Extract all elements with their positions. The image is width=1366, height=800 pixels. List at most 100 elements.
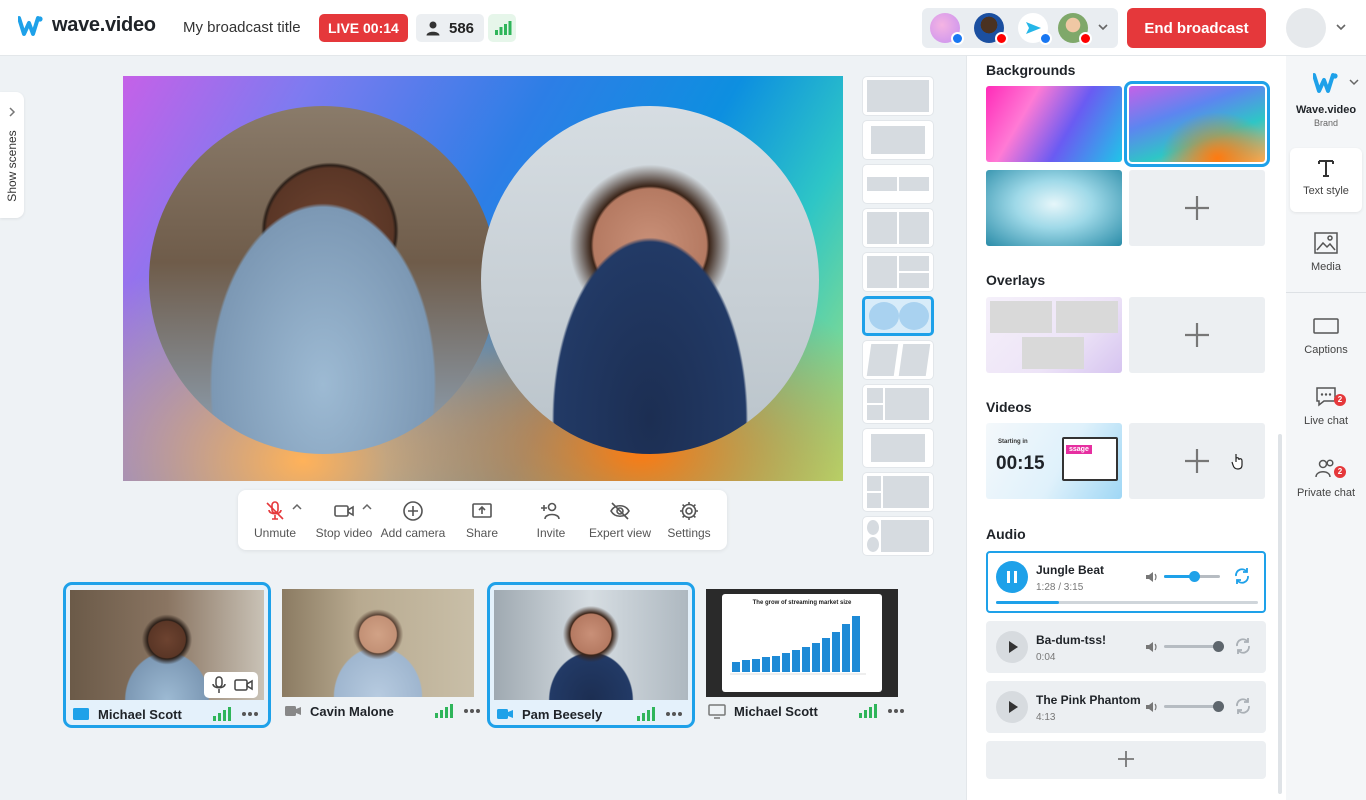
add-audio-button[interactable] bbox=[986, 741, 1266, 779]
track-progress-bar[interactable] bbox=[996, 601, 1258, 604]
signal-bars-icon bbox=[435, 704, 453, 718]
facebook-icon bbox=[951, 32, 964, 45]
camera-source-icon bbox=[285, 706, 301, 716]
volume-slider[interactable] bbox=[1164, 641, 1224, 652]
private-chat-tool[interactable]: 2 Private chat bbox=[1290, 458, 1362, 499]
layout-solo[interactable] bbox=[862, 76, 934, 116]
stream-destinations[interactable] bbox=[922, 8, 1118, 48]
show-scenes-label[interactable]: Show scenes bbox=[5, 130, 19, 201]
live-chat-tool[interactable]: 2 Live chat bbox=[1290, 386, 1362, 427]
volume-slider[interactable] bbox=[1164, 571, 1220, 582]
more-options-icon[interactable] bbox=[240, 706, 260, 722]
loop-icon[interactable] bbox=[1232, 566, 1252, 586]
broadcast-title[interactable]: My broadcast title bbox=[183, 19, 301, 36]
pause-button[interactable] bbox=[996, 561, 1028, 593]
add-overlay-button[interactable] bbox=[1129, 297, 1265, 373]
layout-screen-focus[interactable] bbox=[862, 516, 934, 556]
audio-track-row[interactable]: The Pink Phantom 4:13 bbox=[986, 681, 1266, 733]
expert-view-button[interactable]: Expert view bbox=[585, 500, 655, 540]
overlay-thumb[interactable] bbox=[986, 297, 1122, 373]
guest-video-circle[interactable] bbox=[481, 106, 819, 454]
expert-view-label: Expert view bbox=[588, 526, 652, 540]
mic-icon[interactable] bbox=[210, 676, 228, 694]
screen-share-video: The grow of streaming market size bbox=[706, 589, 898, 697]
overlays-title: Overlays bbox=[986, 272, 1046, 288]
volume-slider[interactable] bbox=[1164, 701, 1224, 712]
participant-name-row: Pam Beesely bbox=[496, 704, 684, 724]
layout-circles[interactable] bbox=[862, 296, 934, 336]
wave-logo-icon bbox=[18, 15, 43, 36]
settings-label: Settings bbox=[667, 526, 711, 540]
end-broadcast-button[interactable]: End broadcast bbox=[1127, 8, 1266, 48]
share-button[interactable]: Share bbox=[447, 500, 517, 540]
video-thumb[interactable]: Starting in 00:15 ssage bbox=[986, 423, 1122, 499]
brand-tool[interactable]: Wave.video Brand bbox=[1290, 72, 1362, 138]
brand-assets-panel: Backgrounds Overlays Videos Starting in … bbox=[966, 56, 1286, 800]
user-avatar[interactable] bbox=[1286, 8, 1326, 48]
pause-icon bbox=[1007, 571, 1017, 583]
plus-icon bbox=[1185, 449, 1209, 473]
play-button[interactable] bbox=[996, 631, 1028, 663]
settings-button[interactable]: Settings bbox=[654, 500, 724, 540]
loop-icon[interactable] bbox=[1233, 636, 1253, 656]
slide-title: The grow of streaming market size bbox=[752, 600, 852, 606]
layout-sidebar-main[interactable] bbox=[862, 384, 934, 424]
volume-icon[interactable] bbox=[1144, 569, 1160, 585]
layout-one-plus-two[interactable] bbox=[862, 252, 934, 292]
layout-side-by-side[interactable] bbox=[862, 164, 934, 204]
more-options-icon[interactable] bbox=[462, 703, 482, 719]
background-thumb-selected[interactable] bbox=[1124, 81, 1270, 167]
laptop-graphic: ssage bbox=[1062, 437, 1118, 481]
layout-two-up[interactable] bbox=[862, 208, 934, 248]
chevron-up-icon[interactable] bbox=[291, 502, 303, 512]
loop-icon[interactable] bbox=[1233, 696, 1253, 716]
participant-tile[interactable]: Cavin Malone bbox=[282, 582, 490, 728]
background-thumb[interactable] bbox=[986, 170, 1122, 246]
volume-knob[interactable] bbox=[1189, 571, 1200, 582]
more-options-icon[interactable] bbox=[886, 703, 906, 719]
camera-icon[interactable] bbox=[234, 676, 254, 694]
connection-quality-badge bbox=[488, 14, 516, 42]
participant-tile[interactable]: Pam Beesely bbox=[487, 582, 695, 728]
participant-name: Pam Beesely bbox=[522, 706, 603, 722]
background-thumb[interactable] bbox=[986, 86, 1122, 162]
audio-track-row[interactable]: Ba-dum-tss! 0:04 bbox=[986, 621, 1266, 673]
share-screen-icon bbox=[472, 503, 492, 518]
audio-track-row[interactable]: Jungle Beat 1:28 / 3:15 bbox=[986, 551, 1266, 613]
plus-icon bbox=[1185, 196, 1209, 220]
panel-scrollbar[interactable] bbox=[1278, 434, 1282, 794]
media-tool[interactable]: Media bbox=[1290, 232, 1362, 282]
volume-icon[interactable] bbox=[1144, 639, 1160, 655]
brand-logo[interactable]: wave.video bbox=[18, 14, 156, 37]
add-circle-icon bbox=[403, 501, 423, 521]
volume-knob[interactable] bbox=[1213, 641, 1224, 652]
text-style-tool[interactable]: Text style bbox=[1290, 148, 1362, 212]
chevron-down-icon[interactable] bbox=[1334, 20, 1348, 34]
chevron-up-icon[interactable] bbox=[361, 502, 373, 512]
participant-tile[interactable]: The grow of streaming market size Michae… bbox=[706, 582, 914, 728]
signal-bars-icon bbox=[213, 707, 231, 721]
add-background-button[interactable] bbox=[1129, 170, 1265, 246]
more-options-icon[interactable] bbox=[664, 706, 684, 722]
person-icon bbox=[426, 21, 440, 36]
layout-solo-small[interactable] bbox=[862, 120, 934, 160]
participant-tile[interactable]: Michael Scott bbox=[63, 582, 271, 728]
layout-blank[interactable] bbox=[862, 428, 934, 468]
chevron-down-icon[interactable] bbox=[1096, 20, 1110, 34]
chevron-down-icon[interactable] bbox=[1348, 76, 1360, 88]
hand-cursor-icon bbox=[1231, 454, 1243, 470]
host-video-circle[interactable] bbox=[149, 106, 497, 454]
unmute-label: Unmute bbox=[253, 526, 297, 540]
captions-tool[interactable]: Captions bbox=[1290, 318, 1362, 358]
invite-button[interactable]: Invite bbox=[516, 500, 586, 540]
layout-sidebar-screen[interactable] bbox=[862, 472, 934, 512]
muted-mic-icon bbox=[266, 501, 284, 520]
add-video-button[interactable] bbox=[1129, 423, 1265, 499]
volume-icon[interactable] bbox=[1144, 699, 1160, 715]
signal-bars-icon bbox=[859, 704, 877, 718]
volume-knob[interactable] bbox=[1213, 701, 1224, 712]
add-camera-button[interactable]: Add camera bbox=[378, 500, 448, 540]
play-button[interactable] bbox=[996, 691, 1028, 723]
camera-source-icon bbox=[497, 709, 513, 719]
layout-slanted[interactable] bbox=[862, 340, 934, 380]
